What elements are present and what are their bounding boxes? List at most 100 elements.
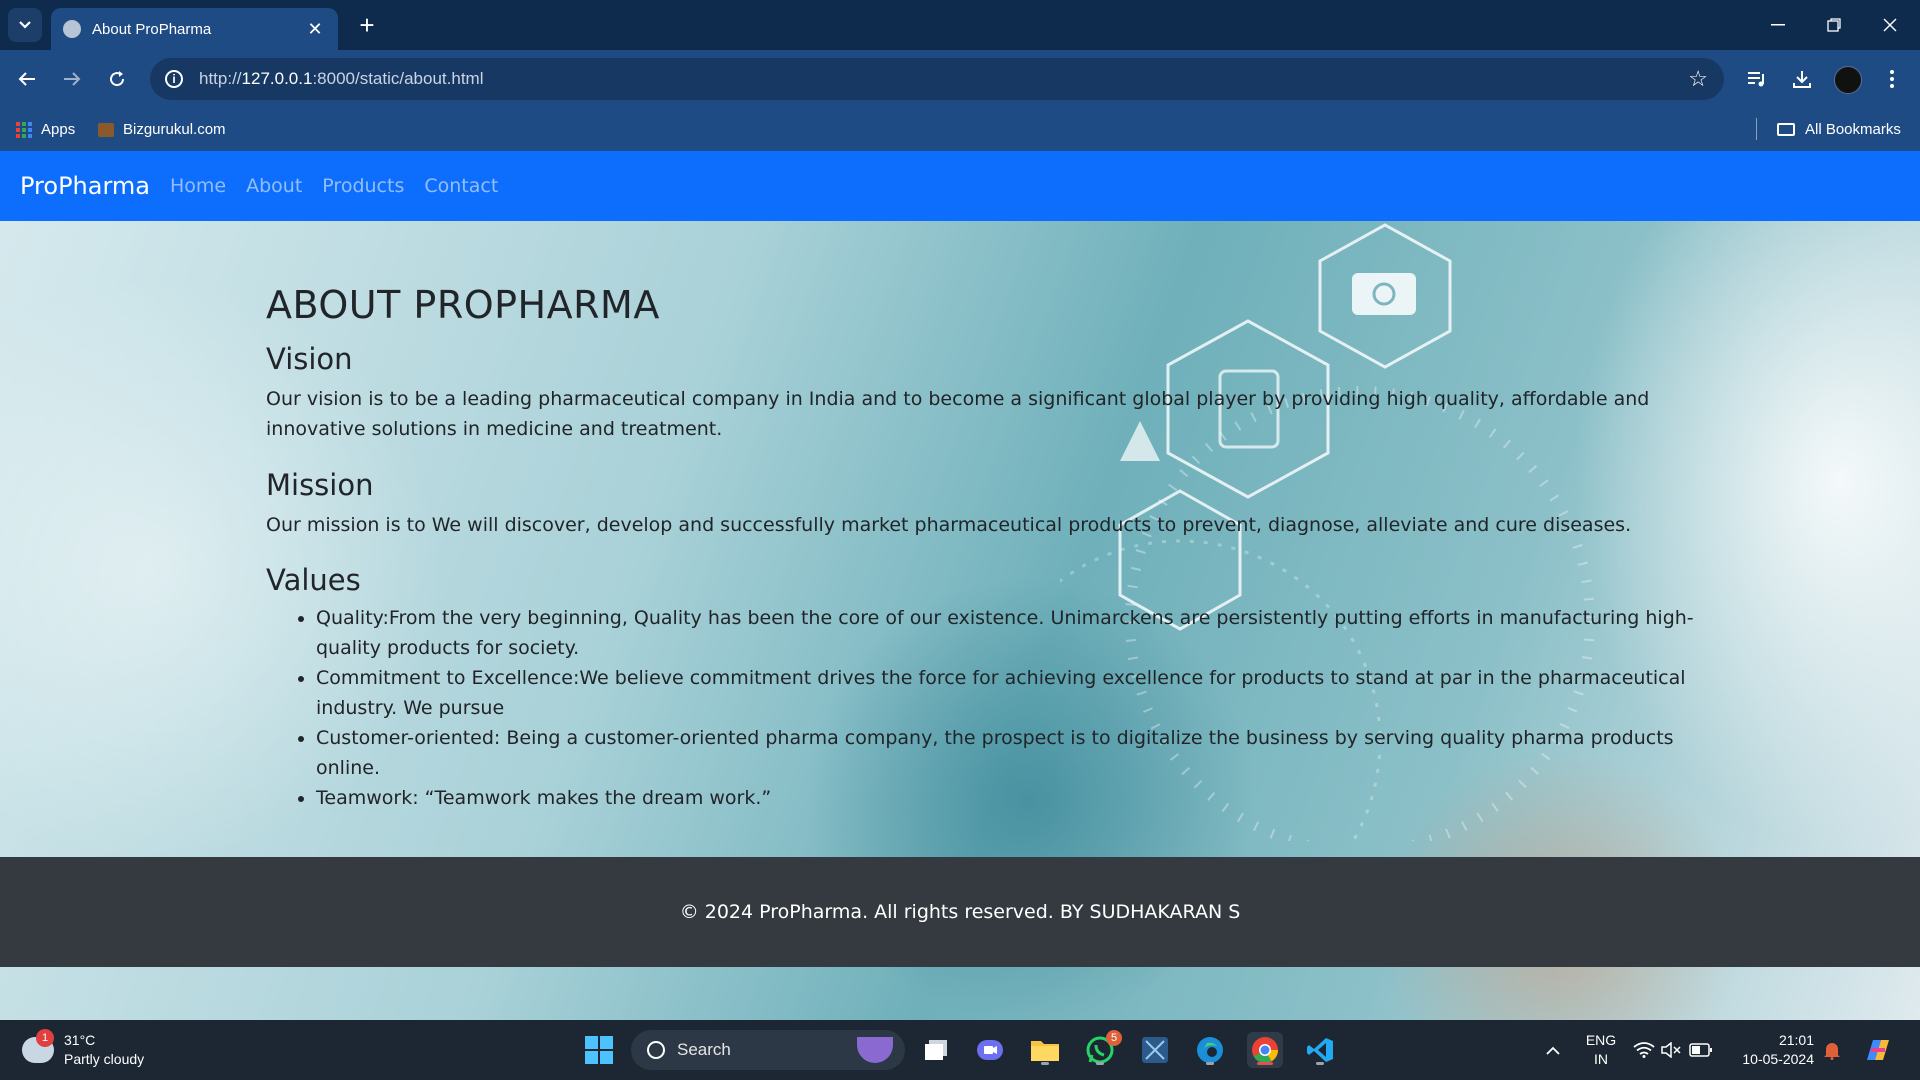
weather-badge: 1 [36, 1029, 54, 1047]
list-item: Commitment to Excellence:We believe comm… [316, 663, 1716, 723]
clock-time: 21:01 [1778, 1032, 1814, 1048]
close-icon [1883, 18, 1897, 32]
page-viewport: ProPharma Home About Products Contact AB… [0, 151, 1920, 1020]
bizgurukul-favicon-icon [98, 122, 114, 137]
bookmark-star-icon[interactable]: ☆ [1688, 66, 1708, 92]
browser-tab[interactable]: About ProPharma ✕ [51, 8, 338, 50]
start-button[interactable] [581, 1032, 617, 1068]
edge-button[interactable] [1192, 1032, 1228, 1068]
bookmarks-divider [1756, 118, 1757, 140]
quick-settings-button[interactable] [1628, 1032, 1718, 1068]
tab-search-button[interactable] [8, 8, 42, 42]
reading-list-button[interactable] [1741, 63, 1773, 95]
weather-temp: 31°C [64, 1032, 96, 1048]
volume-muted-icon [1661, 1042, 1681, 1058]
tab-title: About ProPharma [92, 20, 212, 38]
folder-icon [1031, 1041, 1059, 1061]
partly-cloudy-icon: 1 [22, 1029, 54, 1063]
running-indicator [1316, 1062, 1324, 1065]
menu-button[interactable] [1876, 63, 1908, 95]
weather-widget[interactable]: 1 31°C Partly cloudy [22, 1028, 144, 1072]
running-indicator [1096, 1062, 1104, 1065]
more-vertical-icon [1890, 70, 1894, 88]
close-window-button[interactable] [1870, 8, 1910, 42]
bell-icon [1824, 1043, 1840, 1060]
bookmark-label: Apps [41, 121, 76, 138]
edge-icon [1197, 1037, 1223, 1063]
bookmark-bizgurukul[interactable]: Bizgurukul.com [98, 108, 226, 151]
show-hidden-icons-button[interactable] [1535, 1032, 1571, 1068]
file-explorer-button[interactable] [1027, 1032, 1063, 1068]
arrow-left-icon [18, 72, 35, 86]
vision-text: Our vision is to be a leading pharmaceut… [266, 388, 1650, 440]
nav-link-home[interactable]: Home [170, 175, 226, 197]
url-text[interactable]: http://127.0.0.1:8000/static/about.html [199, 69, 1688, 89]
nav-link-about[interactable]: About [246, 175, 302, 197]
task-view-button[interactable] [918, 1032, 954, 1068]
task-view-icon [925, 1040, 947, 1060]
back-button[interactable] [11, 63, 43, 95]
mission-heading: Mission [266, 468, 374, 502]
windows-logo-icon [585, 1036, 613, 1064]
search-icon [647, 1041, 665, 1059]
running-indicator [1041, 1062, 1049, 1065]
whatsapp-button[interactable]: 5 [1082, 1030, 1122, 1068]
language-indicator[interactable]: ENG IN [1584, 1031, 1618, 1069]
chevron-up-icon [1546, 1046, 1560, 1055]
notifications-button[interactable] [1817, 1032, 1847, 1068]
restore-icon [1827, 18, 1841, 32]
minimize-button[interactable] [1758, 8, 1798, 42]
url-path: :8000/static/about.html [312, 69, 484, 88]
weather-desc: Partly cloudy [64, 1051, 145, 1067]
all-bookmarks-button[interactable]: All Bookmarks [1777, 108, 1901, 151]
minimize-icon [1771, 24, 1785, 26]
vscode-button[interactable] [1302, 1032, 1338, 1068]
list-item: Quality:From the very beginning, Quality… [316, 603, 1716, 663]
new-tab-button[interactable]: + [352, 10, 382, 40]
bookmark-apps[interactable]: Apps [16, 108, 75, 151]
download-icon [1793, 71, 1811, 88]
apps-grid-icon [16, 121, 32, 138]
taskbar-search[interactable]: Search [631, 1030, 905, 1070]
vision-heading: Vision [266, 342, 353, 376]
copilot-icon [1867, 1040, 1889, 1060]
battery-icon [1689, 1043, 1712, 1057]
clock-date: 10-05-2024 [1742, 1051, 1814, 1067]
wifi-icon [1633, 1042, 1655, 1058]
running-indicator [1206, 1062, 1214, 1065]
folder-icon [1777, 123, 1795, 136]
reload-icon [110, 71, 125, 87]
info-icon[interactable]: i [165, 70, 183, 88]
region-code: IN [1594, 1051, 1608, 1067]
nav-link-products[interactable]: Products [322, 175, 404, 197]
search-placeholder: Search [677, 1040, 731, 1059]
values-heading: Values [266, 563, 361, 597]
snipping-tool-button[interactable] [1137, 1032, 1173, 1068]
reload-button[interactable] [101, 63, 133, 95]
browser-toolbar: i http://127.0.0.1:8000/static/about.htm… [0, 50, 1920, 108]
chrome-button[interactable] [1247, 1032, 1283, 1068]
bookmark-label: Bizgurukul.com [123, 121, 226, 138]
weather-text: 31°C Partly cloudy [64, 1031, 144, 1069]
footer-text: © 2024 ProPharma. All rights reserved. B… [679, 901, 1241, 923]
teams-chat-button[interactable] [972, 1032, 1008, 1068]
profile-avatar[interactable] [1834, 66, 1862, 94]
address-bar[interactable]: i http://127.0.0.1:8000/static/about.htm… [150, 58, 1724, 100]
url-prefix: http:// [199, 69, 242, 88]
chevron-down-icon [19, 21, 31, 29]
close-tab-icon[interactable]: ✕ [306, 19, 324, 40]
nav-link-contact[interactable]: Contact [424, 175, 498, 197]
search-highlight-icon [857, 1037, 893, 1063]
copilot-button[interactable] [1860, 1032, 1896, 1068]
vscode-icon [1307, 1038, 1333, 1062]
bookmarks-bar: Apps Bizgurukul.com All Bookmarks [0, 108, 1920, 151]
site-brand[interactable]: ProPharma [20, 172, 150, 200]
values-list: Quality:From the very beginning, Quality… [266, 603, 1716, 813]
clock[interactable]: 21:01 10-05-2024 [1730, 1031, 1814, 1069]
forward-button[interactable] [56, 63, 88, 95]
restore-button[interactable] [1814, 8, 1854, 42]
url-host: 127.0.0.1 [241, 69, 313, 88]
arrow-right-icon [64, 72, 81, 86]
site-navbar: ProPharma Home About Products Contact [0, 151, 1920, 221]
downloads-button[interactable] [1786, 63, 1818, 95]
